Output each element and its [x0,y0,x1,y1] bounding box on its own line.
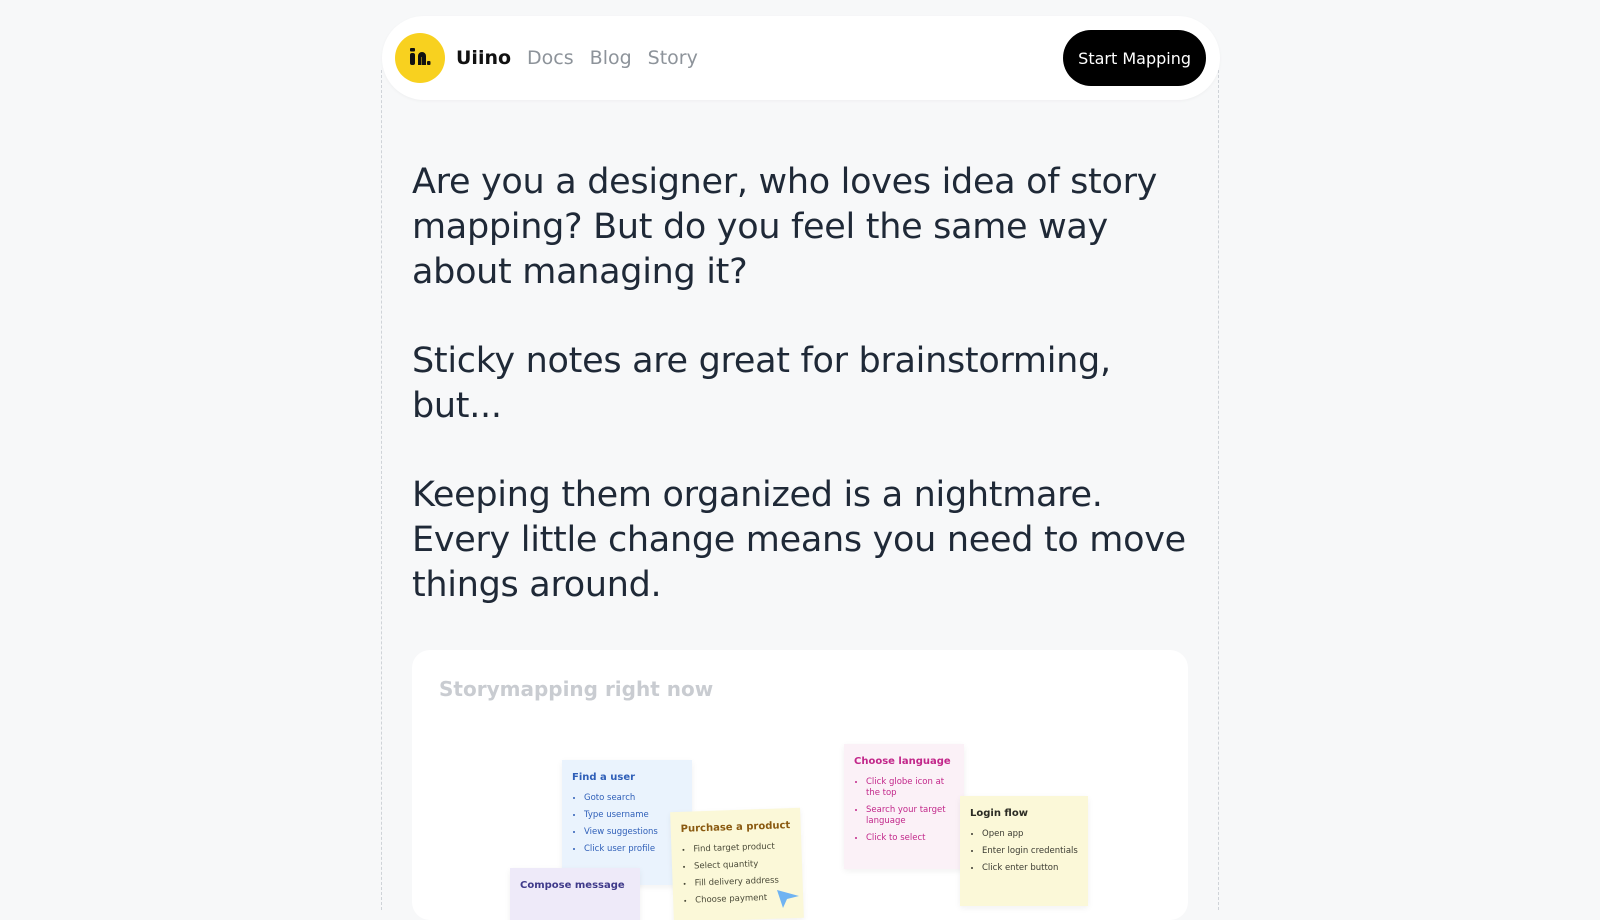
note-title: Find a user [572,772,636,783]
nav-link-blog[interactable]: Blog [590,47,632,69]
start-mapping-button[interactable]: Start Mapping [1063,30,1206,86]
note-item: View suggestions [584,827,682,838]
note-item: Select quantity [694,858,792,872]
note-title: Choose language [854,756,951,767]
note-title: Login flow [970,808,1028,819]
nav-link-docs[interactable]: Docs [527,47,574,69]
note-item: Goto search [584,793,682,804]
sticky-note-login-flow: Login flow Open app Enter login credenti… [960,796,1088,906]
note-item: Click user profile [584,844,682,855]
hero-paragraph-designer: Are you a designer, who loves idea of st… [412,162,1158,292]
note-item: Search your target language [866,805,954,827]
note-item: Type username [584,810,682,821]
hero-text: Are you a designer, who loves idea of st… [412,160,1202,652]
uiino-logo-icon[interactable] [395,33,445,83]
note-item: Enter login credentials [982,846,1078,857]
note-item: Find target product [693,841,791,855]
note-item: Open app [982,829,1078,840]
hero-paragraph-sticky-notes: Sticky notes are great for brainstorming… [412,341,1111,426]
card-title: Storymapping right now [439,677,714,701]
sticky-note-compose-message: Compose message [510,868,640,920]
note-title: Compose message [520,880,625,891]
note-item: Click enter button [982,863,1078,874]
hero-paragraph-nightmare: Keeping them organized is a nightmare. E… [412,475,1186,605]
nav-link-story[interactable]: Story [648,47,698,69]
note-item: Click to select [866,833,954,844]
note-title: Purchase a product [680,820,791,835]
note-item: Click globe icon at the top [866,777,954,799]
top-navbar: Uiino Docs Blog Story Start Mapping [382,16,1220,100]
storymapping-card: Storymapping right now Find a user Goto … [412,650,1188,920]
sticky-note-choose-language: Choose language Click globe icon at the … [844,744,964,869]
note-item: Fill delivery address [694,875,792,889]
brand-name-link[interactable]: Uiino [456,47,511,69]
cursor-arrow-icon [777,890,799,908]
